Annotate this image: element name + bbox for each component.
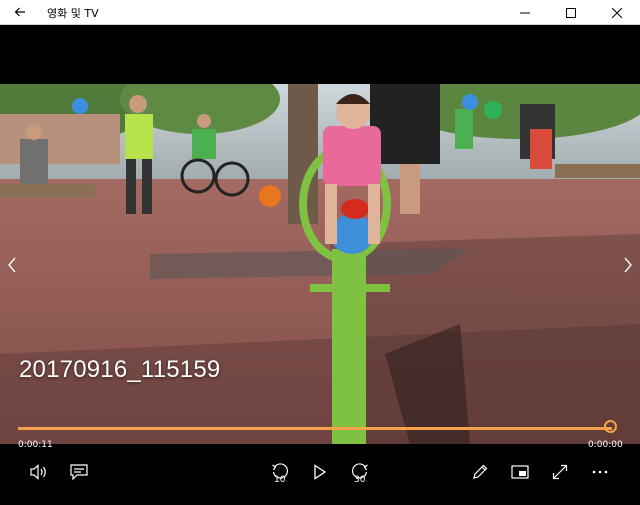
video-frame[interactable] [0,84,640,444]
chevron-right-icon [624,257,632,273]
minimize-button[interactable] [502,0,548,25]
back-button[interactable] [6,2,34,22]
play-button[interactable] [302,456,338,488]
skip-back-button[interactable]: 10 [262,456,298,488]
back-arrow-icon [14,7,25,17]
chevron-left-icon [8,257,16,273]
window-title: 영화 및 TV [47,7,99,20]
edit-button[interactable] [462,456,498,488]
skip-forward-button[interactable]: 30 [342,456,378,488]
seek-progress [18,427,612,430]
captions-icon [70,464,88,480]
video-title: 20170916_115159 [19,356,221,383]
play-icon [314,464,327,480]
close-icon [612,7,622,18]
mini-view-icon [511,465,529,479]
minimize-icon [520,12,530,13]
maximize-button[interactable] [548,0,594,25]
video-image [0,84,640,444]
previous-button[interactable] [4,255,20,275]
skip-back-label: 10 [274,475,286,485]
skip-forward-label: 30 [354,475,366,485]
volume-button[interactable] [21,456,57,488]
close-button[interactable] [594,0,640,25]
more-button[interactable] [582,456,618,488]
volume-icon [30,464,46,480]
seek-bar[interactable] [18,427,612,430]
captions-button[interactable] [61,456,97,488]
pencil-icon [473,464,488,479]
title-bar: 영화 및 TV [0,0,640,25]
seek-thumb[interactable] [604,420,617,433]
mini-view-button[interactable] [502,456,538,488]
maximize-icon [566,7,576,18]
next-button[interactable] [620,255,636,275]
fullscreen-button[interactable] [542,456,578,488]
control-bar: 10 30 [0,444,640,505]
more-icon [592,470,608,474]
fullscreen-icon [552,464,568,480]
